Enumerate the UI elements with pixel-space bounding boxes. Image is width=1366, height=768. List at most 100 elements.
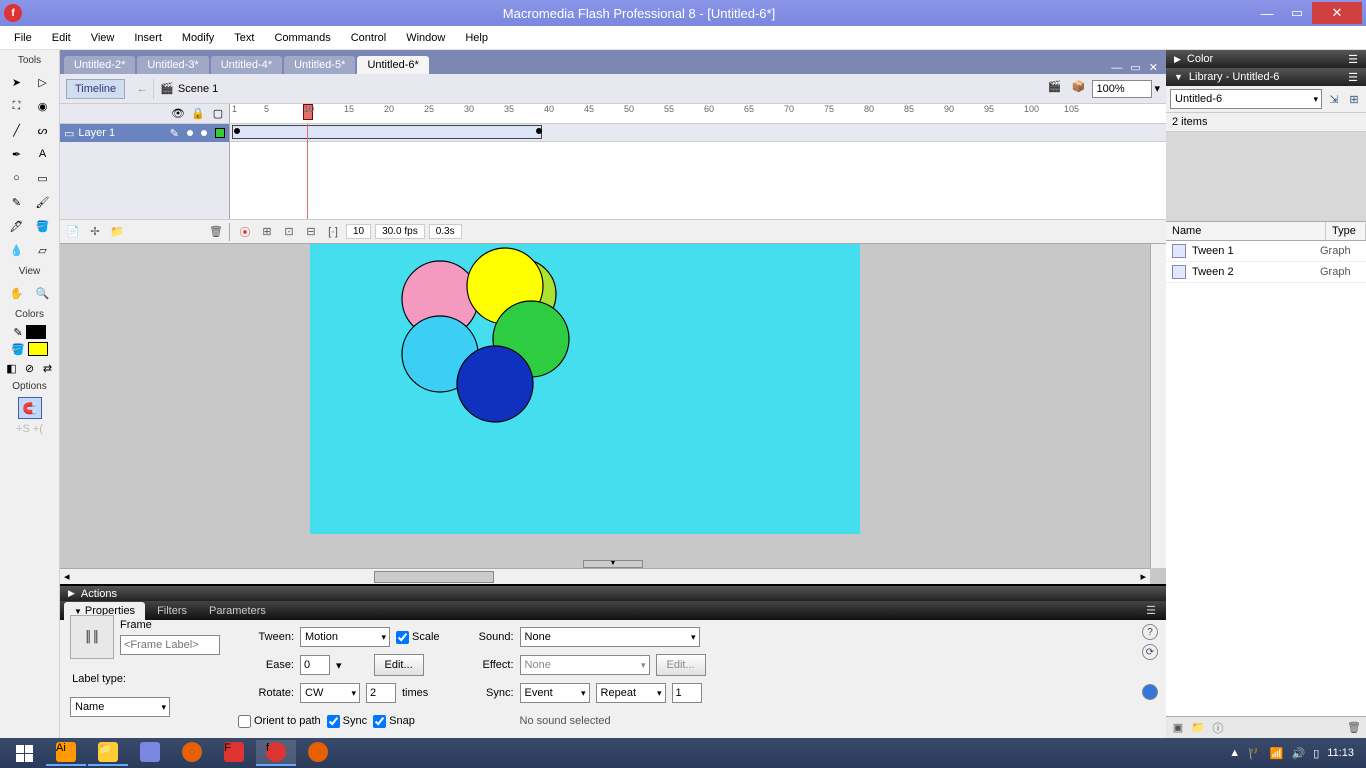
brush-tool[interactable]: 🖌 <box>31 191 55 213</box>
taskbar-item[interactable] <box>172 740 212 766</box>
doc-minimize-button[interactable]: — <box>1107 62 1126 74</box>
panel-menu-icon[interactable]: ☰ <box>1348 53 1358 66</box>
col-type[interactable]: Type <box>1326 222 1366 240</box>
oval-tool[interactable]: ○ <box>5 167 29 189</box>
taskbar-item[interactable] <box>130 740 170 766</box>
text-tool[interactable]: A <box>31 143 55 165</box>
taskbar-item[interactable]: F <box>214 740 254 766</box>
zoom-tool[interactable]: 🔍 <box>31 282 55 304</box>
ink-bottle-tool[interactable]: 🖋 <box>5 215 29 237</box>
layer-lock-icon[interactable]: 🔒 <box>191 107 205 121</box>
layer-visibility-icon[interactable]: 👁 <box>171 107 185 121</box>
new-symbol-button[interactable]: ▣ <box>1170 720 1186 736</box>
menu-commands[interactable]: Commands <box>264 29 340 47</box>
accessibility-icon[interactable] <box>1142 684 1158 700</box>
orient-checkbox[interactable]: Orient to path <box>238 715 321 728</box>
library-panel-header[interactable]: ▼ Library - Untitled-6 ☰ <box>1166 68 1366 86</box>
timeline-frames[interactable] <box>230 124 1166 219</box>
tray-battery-icon[interactable]: ▯ <box>1313 747 1319 760</box>
gradient-transform-tool[interactable]: ◉ <box>31 95 55 117</box>
default-colors-button[interactable]: ◧ <box>4 360 20 376</box>
free-transform-tool[interactable]: ⛶ <box>5 95 29 117</box>
edit-multiple-button[interactable]: ⊟ <box>302 223 320 241</box>
new-folder-button[interactable]: 📁 <box>1190 720 1206 736</box>
delete-layer-button[interactable]: 🗑 <box>207 223 225 241</box>
library-item[interactable]: Tween 1 Graph <box>1166 241 1366 262</box>
minimize-button[interactable]: — <box>1252 2 1282 24</box>
tray-clock[interactable]: 11:13 <box>1327 747 1354 759</box>
pencil-tool[interactable]: ✎ <box>5 191 29 213</box>
layer-name[interactable]: Layer 1 <box>78 127 115 139</box>
library-doc-select[interactable]: Untitled-6 <box>1170 89 1322 109</box>
new-library-icon[interactable]: ⊞ <box>1346 91 1362 107</box>
tween-span[interactable] <box>232 125 542 139</box>
menu-view[interactable]: View <box>81 29 125 47</box>
center-frame-button[interactable]: ⦿ <box>236 223 254 241</box>
properties-button[interactable]: ⓘ <box>1210 720 1226 736</box>
doctab-1[interactable]: Untitled-3* <box>137 56 208 74</box>
scale-checkbox[interactable]: Scale <box>396 631 440 644</box>
pin-library-icon[interactable]: ⇲ <box>1326 91 1342 107</box>
swap-colors-button[interactable]: ⇄ <box>40 360 56 376</box>
ease-input[interactable] <box>300 655 330 675</box>
sound-select[interactable]: None <box>520 627 700 647</box>
taskbar-item[interactable] <box>298 740 338 766</box>
taskbar-item-flash[interactable]: f <box>256 740 296 766</box>
edit-scene-icon[interactable]: 🎬 <box>1047 80 1065 98</box>
rotate-select[interactable]: CW <box>300 683 360 703</box>
taskbar-item[interactable]: 📁 <box>88 740 128 766</box>
tray-wifi-icon[interactable]: 📶 <box>1270 747 1284 760</box>
doc-close-button[interactable]: ✕ <box>1145 61 1162 74</box>
menu-control[interactable]: Control <box>341 29 396 47</box>
frame-label-input[interactable] <box>120 635 220 655</box>
tray-up-icon[interactable]: ▲ <box>1229 747 1240 759</box>
fill-color-swatch[interactable] <box>28 342 48 356</box>
snap-checkbox[interactable]: Snap <box>373 715 415 728</box>
doc-restore-button[interactable]: ▭ <box>1126 61 1144 74</box>
modify-onion-button[interactable]: [·] <box>324 223 342 241</box>
effect-select[interactable]: None <box>520 655 650 675</box>
onion-skin-button[interactable]: ⊞ <box>258 223 276 241</box>
eyedropper-tool[interactable]: 💧 <box>5 239 29 261</box>
rectangle-tool[interactable]: ▭ <box>31 167 55 189</box>
layer-outline-swatch[interactable] <box>215 128 225 138</box>
hand-tool[interactable]: ✋ <box>5 282 29 304</box>
stage-hscroll[interactable]: ◂ ▸ <box>60 568 1150 584</box>
line-tool[interactable]: ╱ <box>5 119 29 141</box>
scroll-left-icon[interactable]: ◂ <box>60 570 74 583</box>
doctab-2[interactable]: Untitled-4* <box>211 56 282 74</box>
start-button[interactable] <box>4 740 44 766</box>
hscroll-thumb[interactable] <box>374 571 494 583</box>
layer-vis-dot[interactable] <box>187 130 193 136</box>
sync-count-input[interactable] <box>672 683 702 703</box>
menu-text[interactable]: Text <box>224 29 264 47</box>
doctab-3[interactable]: Untitled-5* <box>284 56 355 74</box>
tween-select[interactable]: Motion <box>300 627 390 647</box>
maximize-button[interactable]: ▭ <box>1282 2 1312 24</box>
menu-window[interactable]: Window <box>396 29 455 47</box>
stage[interactable] <box>310 244 860 534</box>
onion-outline-button[interactable]: ⊡ <box>280 223 298 241</box>
taskbar-item[interactable]: Ai <box>46 740 86 766</box>
tray-flag-icon[interactable]: 🏴 <box>1248 747 1262 760</box>
new-folder-button[interactable]: 📁 <box>108 223 126 241</box>
new-layer-button[interactable]: 📄 <box>64 223 82 241</box>
delete-button[interactable]: 🗑 <box>1346 720 1362 736</box>
scene-back-button[interactable]: ← <box>131 78 153 100</box>
tray-volume-icon[interactable]: 🔊 <box>1292 747 1306 760</box>
panel-menu-icon[interactable]: ☰ <box>1140 601 1162 620</box>
menu-edit[interactable]: Edit <box>42 29 81 47</box>
keyframe-start[interactable] <box>234 128 240 134</box>
tab-filters[interactable]: Filters <box>147 602 197 620</box>
paint-bucket-tool[interactable]: 🪣 <box>31 215 55 237</box>
keyframe-end[interactable] <box>536 128 542 134</box>
layer-outline-icon[interactable]: ▢ <box>211 107 225 121</box>
menu-help[interactable]: Help <box>455 29 498 47</box>
panel-menu-icon[interactable]: ☰ <box>1348 71 1358 84</box>
stroke-color-swatch[interactable] <box>26 325 46 339</box>
doctab-0[interactable]: Untitled-2* <box>64 56 135 74</box>
doctab-4[interactable]: Untitled-6* <box>357 56 428 74</box>
ease-stepper-icon[interactable]: ▾ <box>336 659 342 672</box>
sync-repeat-select[interactable]: Repeat <box>596 683 666 703</box>
label-type-select[interactable]: Name <box>70 697 170 717</box>
